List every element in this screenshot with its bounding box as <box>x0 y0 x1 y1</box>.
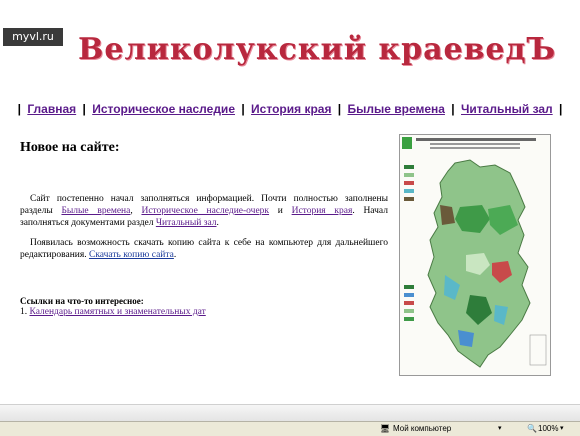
nav-separator: | <box>337 102 342 116</box>
zoom-icon: 🔍 <box>527 424 537 433</box>
site-logo[interactable]: Великолукский краеведЪ <box>78 24 555 76</box>
news-paragraph: Сайт постепенно начал заполняться информ… <box>20 194 388 228</box>
link-heritage-essay[interactable]: Историческое наследие-очерк <box>141 206 269 216</box>
status-bar: 🖥 Мой компьютер ▾ 🔍 100% ▾ <box>0 421 580 436</box>
nav-link-heritage[interactable]: Историческое наследие <box>92 102 235 116</box>
district-map-image[interactable] <box>399 134 551 376</box>
link-history[interactable]: История края <box>292 206 353 216</box>
nav-separator: | <box>451 102 455 116</box>
nav-separator: | <box>241 102 245 116</box>
nav-link-reading-room[interactable]: Читальный зал <box>461 102 553 116</box>
links-title: Ссылки на что-то интересное: <box>20 296 144 306</box>
nav-separator: | <box>82 102 86 116</box>
page-heading: Новое на сайте: <box>20 140 120 155</box>
coat-of-arms-icon <box>402 137 412 149</box>
download-copy-link[interactable]: Скачать копию сайта <box>89 250 174 260</box>
map-graphic <box>400 135 550 375</box>
calendar-link[interactable]: Календарь памятных и знаменательных дат <box>30 307 206 317</box>
link-reading-room[interactable]: Читальный зал <box>156 218 217 228</box>
zoom-dropdown-icon[interactable]: ▾ <box>560 423 564 435</box>
nav-separator: | <box>559 102 563 116</box>
nav-link-old-times[interactable]: Былые времена <box>348 102 445 116</box>
main-nav: | Главная | Историческое наследие | Исто… <box>0 102 580 116</box>
horizontal-scrollbar[interactable] <box>0 404 580 421</box>
watermark: myvl.ru <box>3 28 63 46</box>
nav-link-home[interactable]: Главная <box>27 102 76 116</box>
nav-separator: | <box>17 102 21 116</box>
computer-icon: 🖥 <box>380 424 391 433</box>
download-paragraph: Появилась возможность скачать копию сайт… <box>20 238 388 260</box>
nav-link-history[interactable]: История края <box>251 102 331 116</box>
zoom-level[interactable]: 100% <box>538 423 558 435</box>
link-old-times[interactable]: Былые времена <box>61 206 130 216</box>
security-zone-label: Мой компьютер <box>393 424 452 433</box>
protected-mode-icon[interactable]: ▾ <box>498 423 502 435</box>
list-item: 1. Календарь памятных и знаменательных д… <box>20 307 206 317</box>
